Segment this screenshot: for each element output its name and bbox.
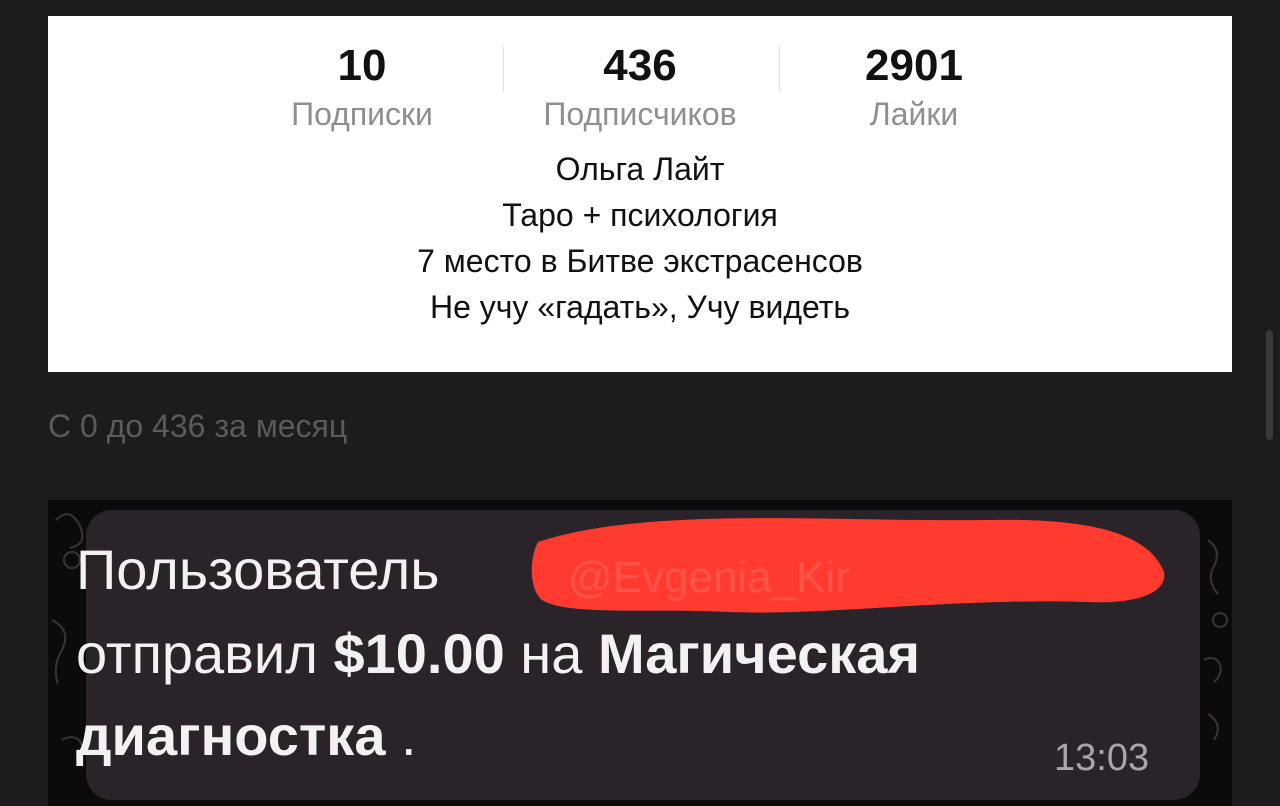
- notification-product-part2: диагностка: [76, 704, 386, 767]
- notification-line-2: отправил $10.00 на Магическая: [76, 614, 920, 694]
- stat-following-label: Подписки: [291, 96, 433, 132]
- stat-divider: [503, 46, 504, 92]
- stat-following[interactable]: 10 Подписки: [242, 40, 482, 134]
- stat-likes[interactable]: 2901 Лайки: [794, 40, 1034, 134]
- notification-amount: $10.00: [333, 622, 505, 685]
- profile-name: Ольга Лайт: [555, 151, 725, 187]
- stat-followers-value: 436: [603, 41, 677, 90]
- scrollbar[interactable]: [1266, 330, 1273, 440]
- stat-divider: [779, 46, 780, 92]
- stat-following-value: 10: [337, 41, 387, 90]
- message-timestamp: 13:03: [1054, 737, 1150, 779]
- stat-likes-label: Лайки: [869, 96, 959, 132]
- bio-line: 7 место в Битве экстрасенсов: [417, 243, 863, 279]
- redacted-username: @Evgenia_Kir: [568, 553, 850, 602]
- profile-card: 10 Подписки 436 Подписчиков 2901 Лайки О…: [48, 16, 1232, 372]
- profile-bio: Ольга Лайт Таро + психология 7 место в Б…: [48, 146, 1232, 330]
- notification-verb: отправил: [76, 622, 318, 685]
- notification-preposition: на: [520, 622, 583, 685]
- bio-line: Таро + психология: [502, 197, 778, 233]
- notification-product-part1: Магическая: [597, 622, 921, 685]
- notification-line-3: диагностка .: [76, 696, 417, 776]
- bio-line: Не учу «гадать», Учу видеть: [429, 289, 851, 325]
- stat-followers[interactable]: 436 Подписчиков: [520, 40, 760, 134]
- post-caption: С 0 до 436 за месяц: [48, 408, 348, 444]
- stat-followers-label: Подписчиков: [543, 96, 737, 132]
- stat-likes-value: 2901: [865, 41, 963, 90]
- redaction-scribble: @Evgenia_Kir: [531, 518, 1165, 613]
- notification-trailing-dot: .: [385, 704, 417, 767]
- notification-line-1: Пользователь: [76, 530, 439, 610]
- notification-user-prefix: Пользователь: [76, 538, 440, 601]
